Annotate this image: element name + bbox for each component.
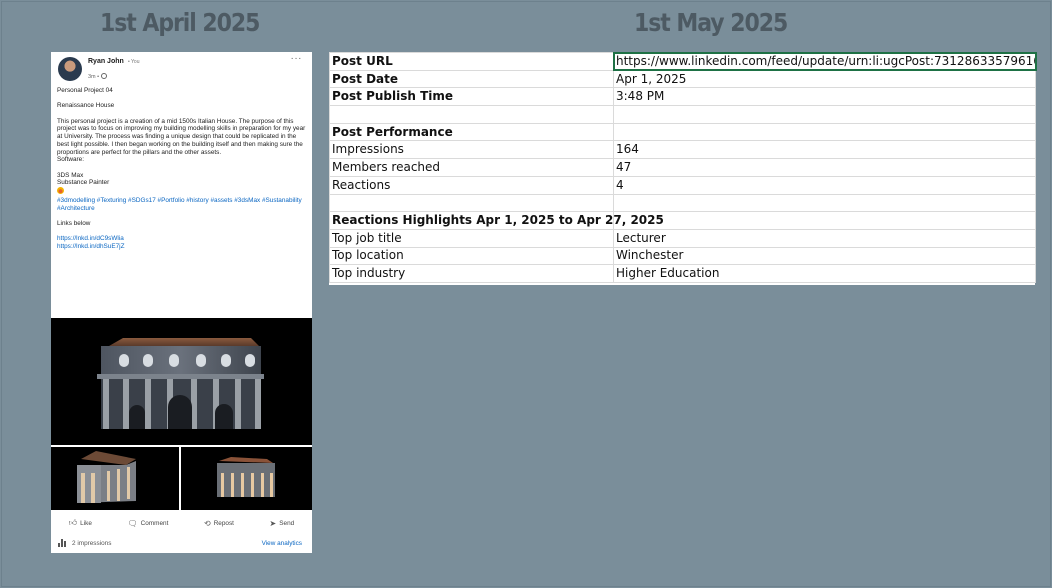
software-label: Software: — [57, 156, 84, 164]
view-analytics-link[interactable]: View analytics — [262, 540, 302, 547]
comment-label: Comment — [140, 519, 169, 527]
table-row — [329, 105, 1036, 124]
cell-label[interactable]: Post URL — [329, 52, 614, 71]
impressions-count: 2 impressions — [72, 540, 112, 547]
cell-label[interactable]: Post Performance — [329, 122, 614, 142]
cell-label[interactable]: Reactions — [329, 175, 614, 195]
post-thumbnail[interactable] — [51, 447, 179, 510]
table-row: Reactions Highlights Apr 1, 2025 to Apr … — [329, 211, 1036, 230]
table-row: Top location Winchester — [329, 246, 1036, 266]
post-subtitle: Renaissance House — [57, 102, 115, 110]
cell-label[interactable]: Reactions Highlights Apr 1, 2025 to Apr … — [329, 211, 664, 230]
cell-label[interactable]: Top industry — [329, 264, 614, 283]
cell-label[interactable]: Members reached — [329, 158, 614, 177]
send-icon: ➤ — [269, 518, 277, 528]
table-row: Post URL https://www.linkedin.com/feed/u… — [329, 51, 1037, 72]
cell-value[interactable]: 47 — [613, 158, 1036, 177]
cell-value[interactable]: Apr 1, 2025 — [613, 69, 1036, 89]
hashtags[interactable]: #3dmodelling #Texturing #SDGs17 #Portfol… — [57, 197, 306, 212]
cell-label[interactable]: Top job title — [329, 228, 614, 248]
software-item: 3DS Max — [57, 171, 84, 179]
cell-value[interactable]: Lecturer — [613, 228, 1036, 248]
globe-icon — [101, 73, 108, 79]
cell-value[interactable]: 4 — [613, 175, 1036, 195]
cell-label[interactable] — [329, 105, 614, 124]
bar-chart-icon — [58, 539, 68, 547]
software-item: Substance Painter — [57, 179, 110, 187]
cell-value[interactable] — [613, 211, 1036, 230]
table-row: Impressions 164 — [329, 140, 1036, 160]
table-row: Top job title Lecturer — [329, 228, 1036, 248]
post-main-image[interactable] — [51, 318, 312, 445]
thumbs-up-icon: 👍︎ — [68, 518, 78, 527]
analytics-spreadsheet: Post URL https://www.linkedin.com/feed/u… — [329, 51, 1037, 285]
author-name[interactable]: Ryan John — [88, 58, 124, 65]
linkedin-post-card: Ryan John • You 3m • ··· Personal Projec… — [51, 52, 312, 553]
table-row: Post Publish Time 3:48 PM — [329, 87, 1036, 107]
post-actions: 👍︎ Like 🗨︎ Comment ⟲ Repost ➤ Send — [51, 515, 312, 531]
more-options-icon[interactable]: ··· — [291, 53, 303, 64]
cell-label[interactable]: Top location — [329, 246, 614, 266]
repost-button[interactable]: ⟲ Repost — [204, 519, 234, 528]
like-label: Like — [80, 519, 92, 527]
cell-label[interactable]: Post Date — [329, 69, 614, 89]
comment-icon: 🗨︎ — [127, 518, 138, 528]
repost-icon: ⟲ — [203, 518, 211, 528]
timestamp-text: 3m • — [88, 74, 100, 80]
post-description: This personal project is a creation of a… — [57, 117, 306, 156]
send-button[interactable]: ➤ Send — [270, 519, 295, 528]
cell-label[interactable]: Post Publish Time — [329, 87, 614, 107]
heading-april: 1st April 2025 — [100, 8, 260, 37]
table-row: Top industry Higher Education — [329, 264, 1036, 283]
post-link[interactable]: https://lnkd.in/dC9sWlia — [57, 235, 306, 243]
heading-may: 1st May 2025 — [634, 8, 788, 37]
links-label: Links below — [57, 219, 91, 227]
cell-value[interactable]: 164 — [613, 140, 1036, 160]
avatar[interactable] — [58, 57, 82, 81]
analytics-table: Post URL https://www.linkedin.com/feed/u… — [329, 51, 1037, 283]
comment-button[interactable]: 🗨︎ Comment — [128, 519, 169, 528]
post-header: Ryan John • You 3m • ··· — [51, 52, 312, 86]
author-you-label: • You — [128, 59, 140, 65]
like-button[interactable]: 👍︎ Like — [69, 518, 92, 528]
post-title: Personal Project 04 — [57, 87, 113, 94]
table-row: Post Performance — [329, 122, 1036, 142]
post-link[interactable]: https://lnkd.in/dhSuE7jZ — [57, 243, 306, 251]
render-thumbnail — [217, 457, 275, 497]
post-body: Personal Project 04 Renaissance House Th… — [51, 86, 312, 251]
cell-label[interactable] — [329, 193, 614, 213]
post-timestamp: 3m • — [88, 73, 108, 80]
cell-value[interactable] — [613, 193, 1036, 213]
cell-value[interactable]: Higher Education — [613, 264, 1036, 283]
post-thumbnail[interactable] — [181, 447, 312, 510]
render-thumbnail — [77, 451, 136, 503]
fire-emoji-icon — [57, 187, 64, 195]
table-row: Reactions 4 — [329, 175, 1036, 195]
repost-label: Repost — [213, 519, 234, 527]
cell-value[interactable]: 3:48 PM — [613, 87, 1036, 107]
cell-value[interactable]: Winchester — [613, 246, 1036, 266]
table-row — [329, 193, 1036, 213]
renaissance-house-render — [97, 338, 264, 429]
send-label: Send — [279, 519, 295, 527]
cell-label[interactable]: Impressions — [329, 140, 614, 160]
post-footer: 2 impressions View analytics — [51, 538, 312, 552]
table-row: Post Date Apr 1, 2025 — [329, 69, 1036, 89]
cell-value[interactable] — [613, 122, 1036, 142]
table-row: Members reached 47 — [329, 158, 1036, 177]
cell-value[interactable]: https://www.linkedin.com/feed/update/urn… — [612, 51, 1037, 72]
cell-value[interactable] — [613, 105, 1036, 124]
